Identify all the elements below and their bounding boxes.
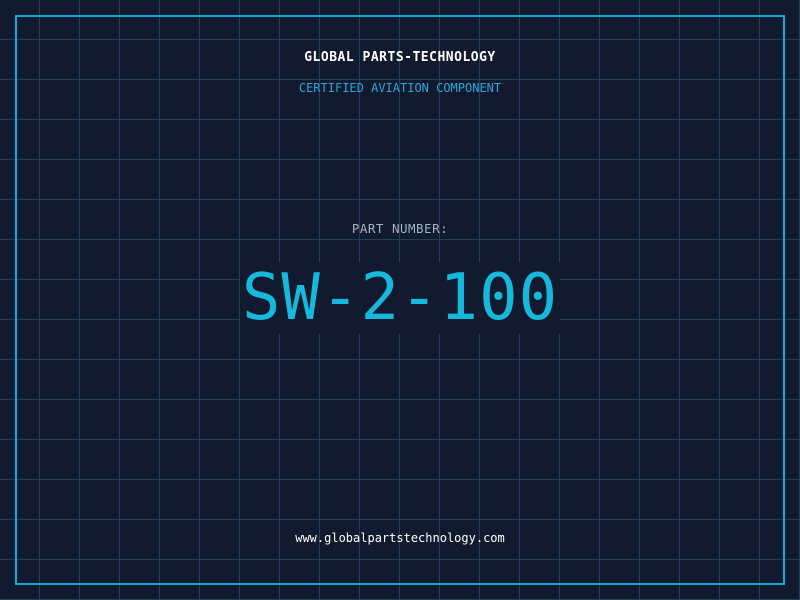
website-url: www.globalpartstechnology.com <box>295 531 505 545</box>
company-name: GLOBAL PARTS-TECHNOLOGY <box>304 50 496 65</box>
part-number-label: PART NUMBER: <box>351 221 449 236</box>
part-number-container: SW-2-100 <box>0 262 800 334</box>
certification-subtitle: CERTIFIED AVIATION COMPONENT <box>298 81 502 95</box>
part-number-value: SW-2-100 <box>239 261 561 335</box>
